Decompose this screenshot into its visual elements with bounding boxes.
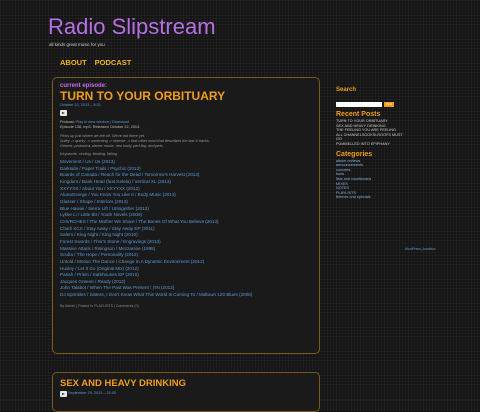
- track-item[interactable]: Charli XCX / Stay Away / Stay Away EP (2…: [60, 226, 312, 233]
- track-item[interactable]: AlunaGeorge / You Know You Like It / Bod…: [60, 192, 312, 199]
- site-title[interactable]: Radio Slipstream: [48, 14, 216, 40]
- recent-posts-heading: Recent Posts: [336, 111, 381, 118]
- post-meta-footer: By Admin | Posted in PLAYLISTS | Comment…: [60, 303, 139, 308]
- post-date[interactable]: October 22, 2013 – 8:31: [60, 103, 312, 108]
- track-item[interactable]: Untold / Motion The Dance / Change In A …: [60, 259, 312, 266]
- post-title[interactable]: TURN TO YOUR ORBITUARY: [60, 90, 312, 103]
- track-item[interactable]: Movement / Us / Us (2013): [60, 159, 312, 166]
- search-heading: Search: [336, 87, 357, 93]
- search-button[interactable]: Find: [384, 102, 394, 107]
- category-link[interactable]: themes and specials: [336, 195, 428, 200]
- track-item[interactable]: Boards of Canada / Reach for the Dead / …: [60, 172, 312, 179]
- sidebar: Search Find Recent Posts TURN TO YOUR OR…: [336, 86, 428, 200]
- play-button[interactable]: [60, 390, 67, 397]
- categories-heading: Categories: [336, 150, 373, 158]
- track-item[interactable]: Pariah / Prism / Safehouses EP (2010): [60, 272, 312, 279]
- play-button[interactable]: [60, 109, 67, 116]
- main-nav: ABOUT PODCAST: [60, 58, 131, 67]
- nav-about[interactable]: ABOUT: [60, 58, 87, 67]
- search-input[interactable]: [336, 102, 382, 107]
- track-item[interactable]: Jacques Greene / Ready (2012): [60, 279, 312, 286]
- track-item[interactable]: CHVRCHES / The Mother We Share / The Bon…: [60, 219, 312, 226]
- track-item[interactable]: Massive Attack / Risingson / Mezzanine (…: [60, 246, 312, 253]
- track-item[interactable]: Scuba / The Hope / Personality (2012): [60, 252, 312, 259]
- recent-post-link[interactable]: PUMMELLED INTO EPIPHANY: [336, 142, 428, 147]
- footer-credits[interactable]: WordPress | bandbox: [405, 247, 436, 251]
- podcast-links[interactable]: Play in new window | Download: [76, 120, 129, 124]
- tracklist: Movement / Us / Us (2013) Darkside / Pap…: [60, 159, 312, 299]
- post-date[interactable]: September 29, 2013 – 21:00: [68, 391, 116, 396]
- nav-podcast[interactable]: PODCAST: [95, 58, 132, 67]
- track-item[interactable]: XXYYXX / About You / XXYYXX (2012): [60, 186, 312, 193]
- track-item[interactable]: Glasser / Shape / Interiors (2013): [60, 199, 312, 206]
- search-form: Find: [336, 102, 428, 107]
- track-item[interactable]: John Talabot / When The Past Was Present…: [60, 285, 312, 292]
- track-item[interactable]: Salem / King Night / King Night (2010): [60, 232, 312, 239]
- track-item[interactable]: Huxley / Let It Go (Original Mix) (2012): [60, 266, 312, 273]
- previous-post: SEX AND HEAVY DRINKING September 29, 201…: [52, 372, 320, 412]
- current-episode-post: current episode: TURN TO YOUR ORBITUARY …: [52, 77, 320, 354]
- track-item[interactable]: Kingdom / Bank Head (feat Kelela) / Vert…: [60, 179, 312, 186]
- track-item[interactable]: DJ Sprinkles / Sisters, I Don't Know Wha…: [60, 292, 312, 299]
- track-item[interactable]: Blue Hawaii / Sierra Lift / Untogether (…: [60, 206, 312, 213]
- play-icon: [62, 111, 65, 114]
- play-icon: [62, 392, 65, 395]
- track-item[interactable]: Forest Swords / Thor's Stone / Engraving…: [60, 239, 312, 246]
- post-title[interactable]: SEX AND HEAVY DRINKING: [60, 378, 312, 389]
- post-keywords: Keywords: circling, floating, falling: [60, 152, 117, 156]
- audio-player: September 29, 2013 – 21:00: [60, 390, 312, 397]
- track-item[interactable]: Darkside / Paper Trails / Psychic (2013): [60, 166, 312, 173]
- audio-player: [60, 109, 312, 116]
- site-description: all kinds great music for you: [49, 42, 105, 47]
- track-item[interactable]: Lykke Li / Little Bit / Youth Novels (20…: [60, 212, 312, 219]
